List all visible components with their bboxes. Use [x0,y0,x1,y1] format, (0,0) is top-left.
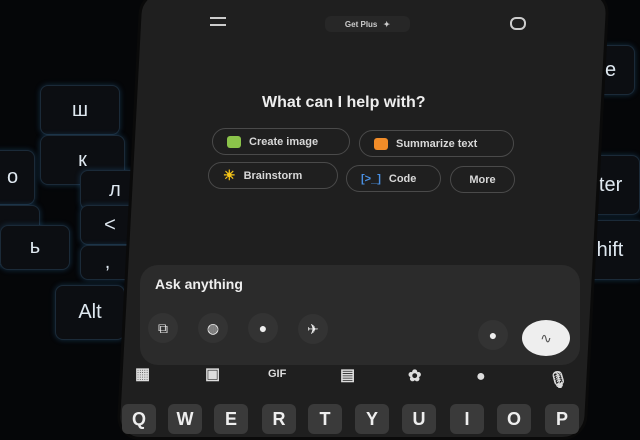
key-t[interactable]: T [308,404,342,434]
key-i[interactable]: I [450,404,484,434]
key-o[interactable]: O [497,404,531,434]
settings-icon[interactable]: ✿ [408,366,421,386]
key-p[interactable]: P [545,404,579,434]
create-image-button[interactable]: Create image [212,128,350,155]
phone-screen [116,0,610,440]
sparkle-icon: ✦ [383,19,391,29]
palette-icon[interactable]: ● [476,368,486,386]
key-r[interactable]: R [262,404,296,434]
bg-key: ь [0,225,70,270]
bg-key: Alt [55,285,125,340]
key-u[interactable]: U [402,404,436,434]
lightbulb-icon[interactable]: ● [248,313,278,343]
document-icon [374,137,388,150]
voice-mode-icon[interactable]: ∿ [522,320,570,356]
clipboard-icon[interactable]: ▤ [340,365,355,385]
mic-icon[interactable]: 🎙 [548,370,568,390]
key-e[interactable]: E [214,404,248,434]
bg-key: ш [40,85,120,135]
code-button[interactable]: [>_] Code [346,165,441,192]
code-icon: [>_] [361,172,381,185]
grid-icon[interactable]: ▦ [135,364,150,384]
summarize-text-button[interactable]: Summarize text [359,130,514,157]
label: Create image [249,135,319,148]
sticker-icon[interactable]: ▣ [205,364,220,384]
bg-key: о [0,150,35,205]
get-plus-button[interactable]: Get Plus ✦ [325,16,410,32]
label: Brainstorm [243,169,303,182]
key-q[interactable]: Q [122,404,156,434]
label: More [469,173,496,186]
mic-icon[interactable]: ● [478,320,508,350]
key-y[interactable]: Y [355,404,389,434]
globe-icon[interactable]: ◍ [198,313,228,343]
page-title: What can I help with? [262,94,426,111]
gif-button[interactable]: GIF [268,368,286,380]
key-w[interactable]: W [168,404,202,434]
label: Summarize text [396,137,478,150]
get-plus-label: Get Plus [344,19,378,29]
label: Code [388,172,417,185]
attach-icon[interactable]: ⧉ [148,313,178,343]
menu-icon[interactable] [210,17,226,26]
message-input[interactable]: Ask anything [155,276,243,292]
more-button[interactable]: More [450,166,515,193]
telescope-icon[interactable]: ✈ [298,314,328,344]
brainstorm-button[interactable]: ☀ Brainstorm [208,162,338,189]
refresh-icon[interactable] [510,17,526,30]
lightbulb-icon: ☀ [223,167,236,183]
image-icon [227,135,241,148]
